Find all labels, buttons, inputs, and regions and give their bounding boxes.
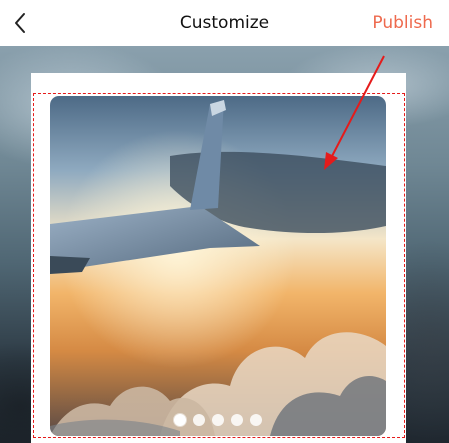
page-title: Customize [179, 13, 270, 33]
annotation-highlight-box [33, 93, 405, 438]
publish-button[interactable]: Publish [372, 0, 433, 46]
back-button[interactable] [0, 0, 40, 46]
top-navigation-bar: Customize Publish [0, 0, 449, 46]
chevron-left-icon [15, 13, 25, 33]
